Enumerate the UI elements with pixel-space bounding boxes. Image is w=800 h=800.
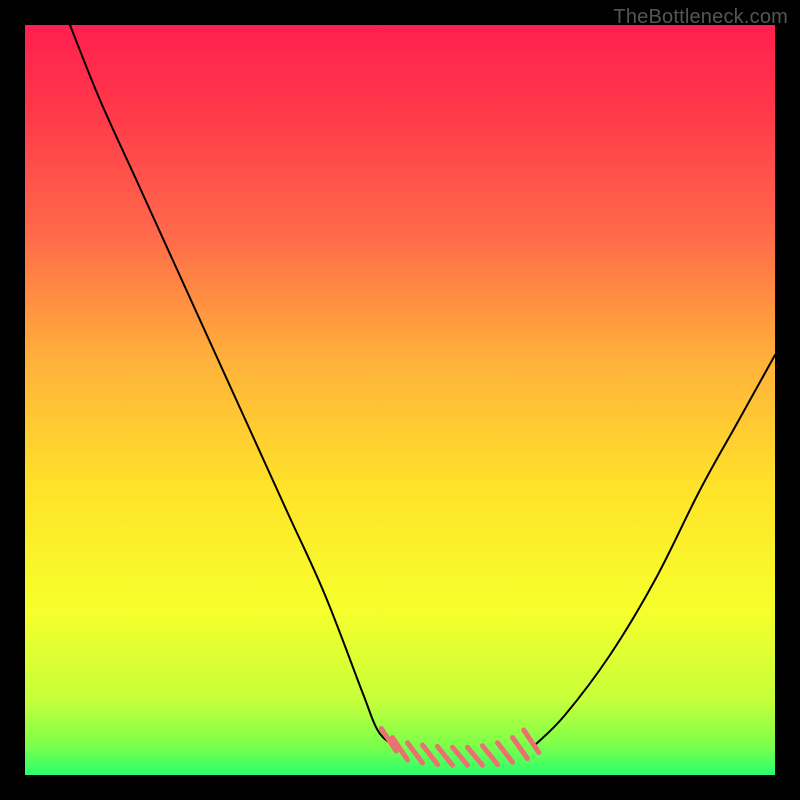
chart-frame: TheBottleneck.com xyxy=(0,0,800,800)
bottleneck-curve-chart xyxy=(25,25,775,775)
plot-area xyxy=(25,25,775,775)
gradient-background xyxy=(25,25,775,775)
watermark-text: TheBottleneck.com xyxy=(613,6,788,29)
